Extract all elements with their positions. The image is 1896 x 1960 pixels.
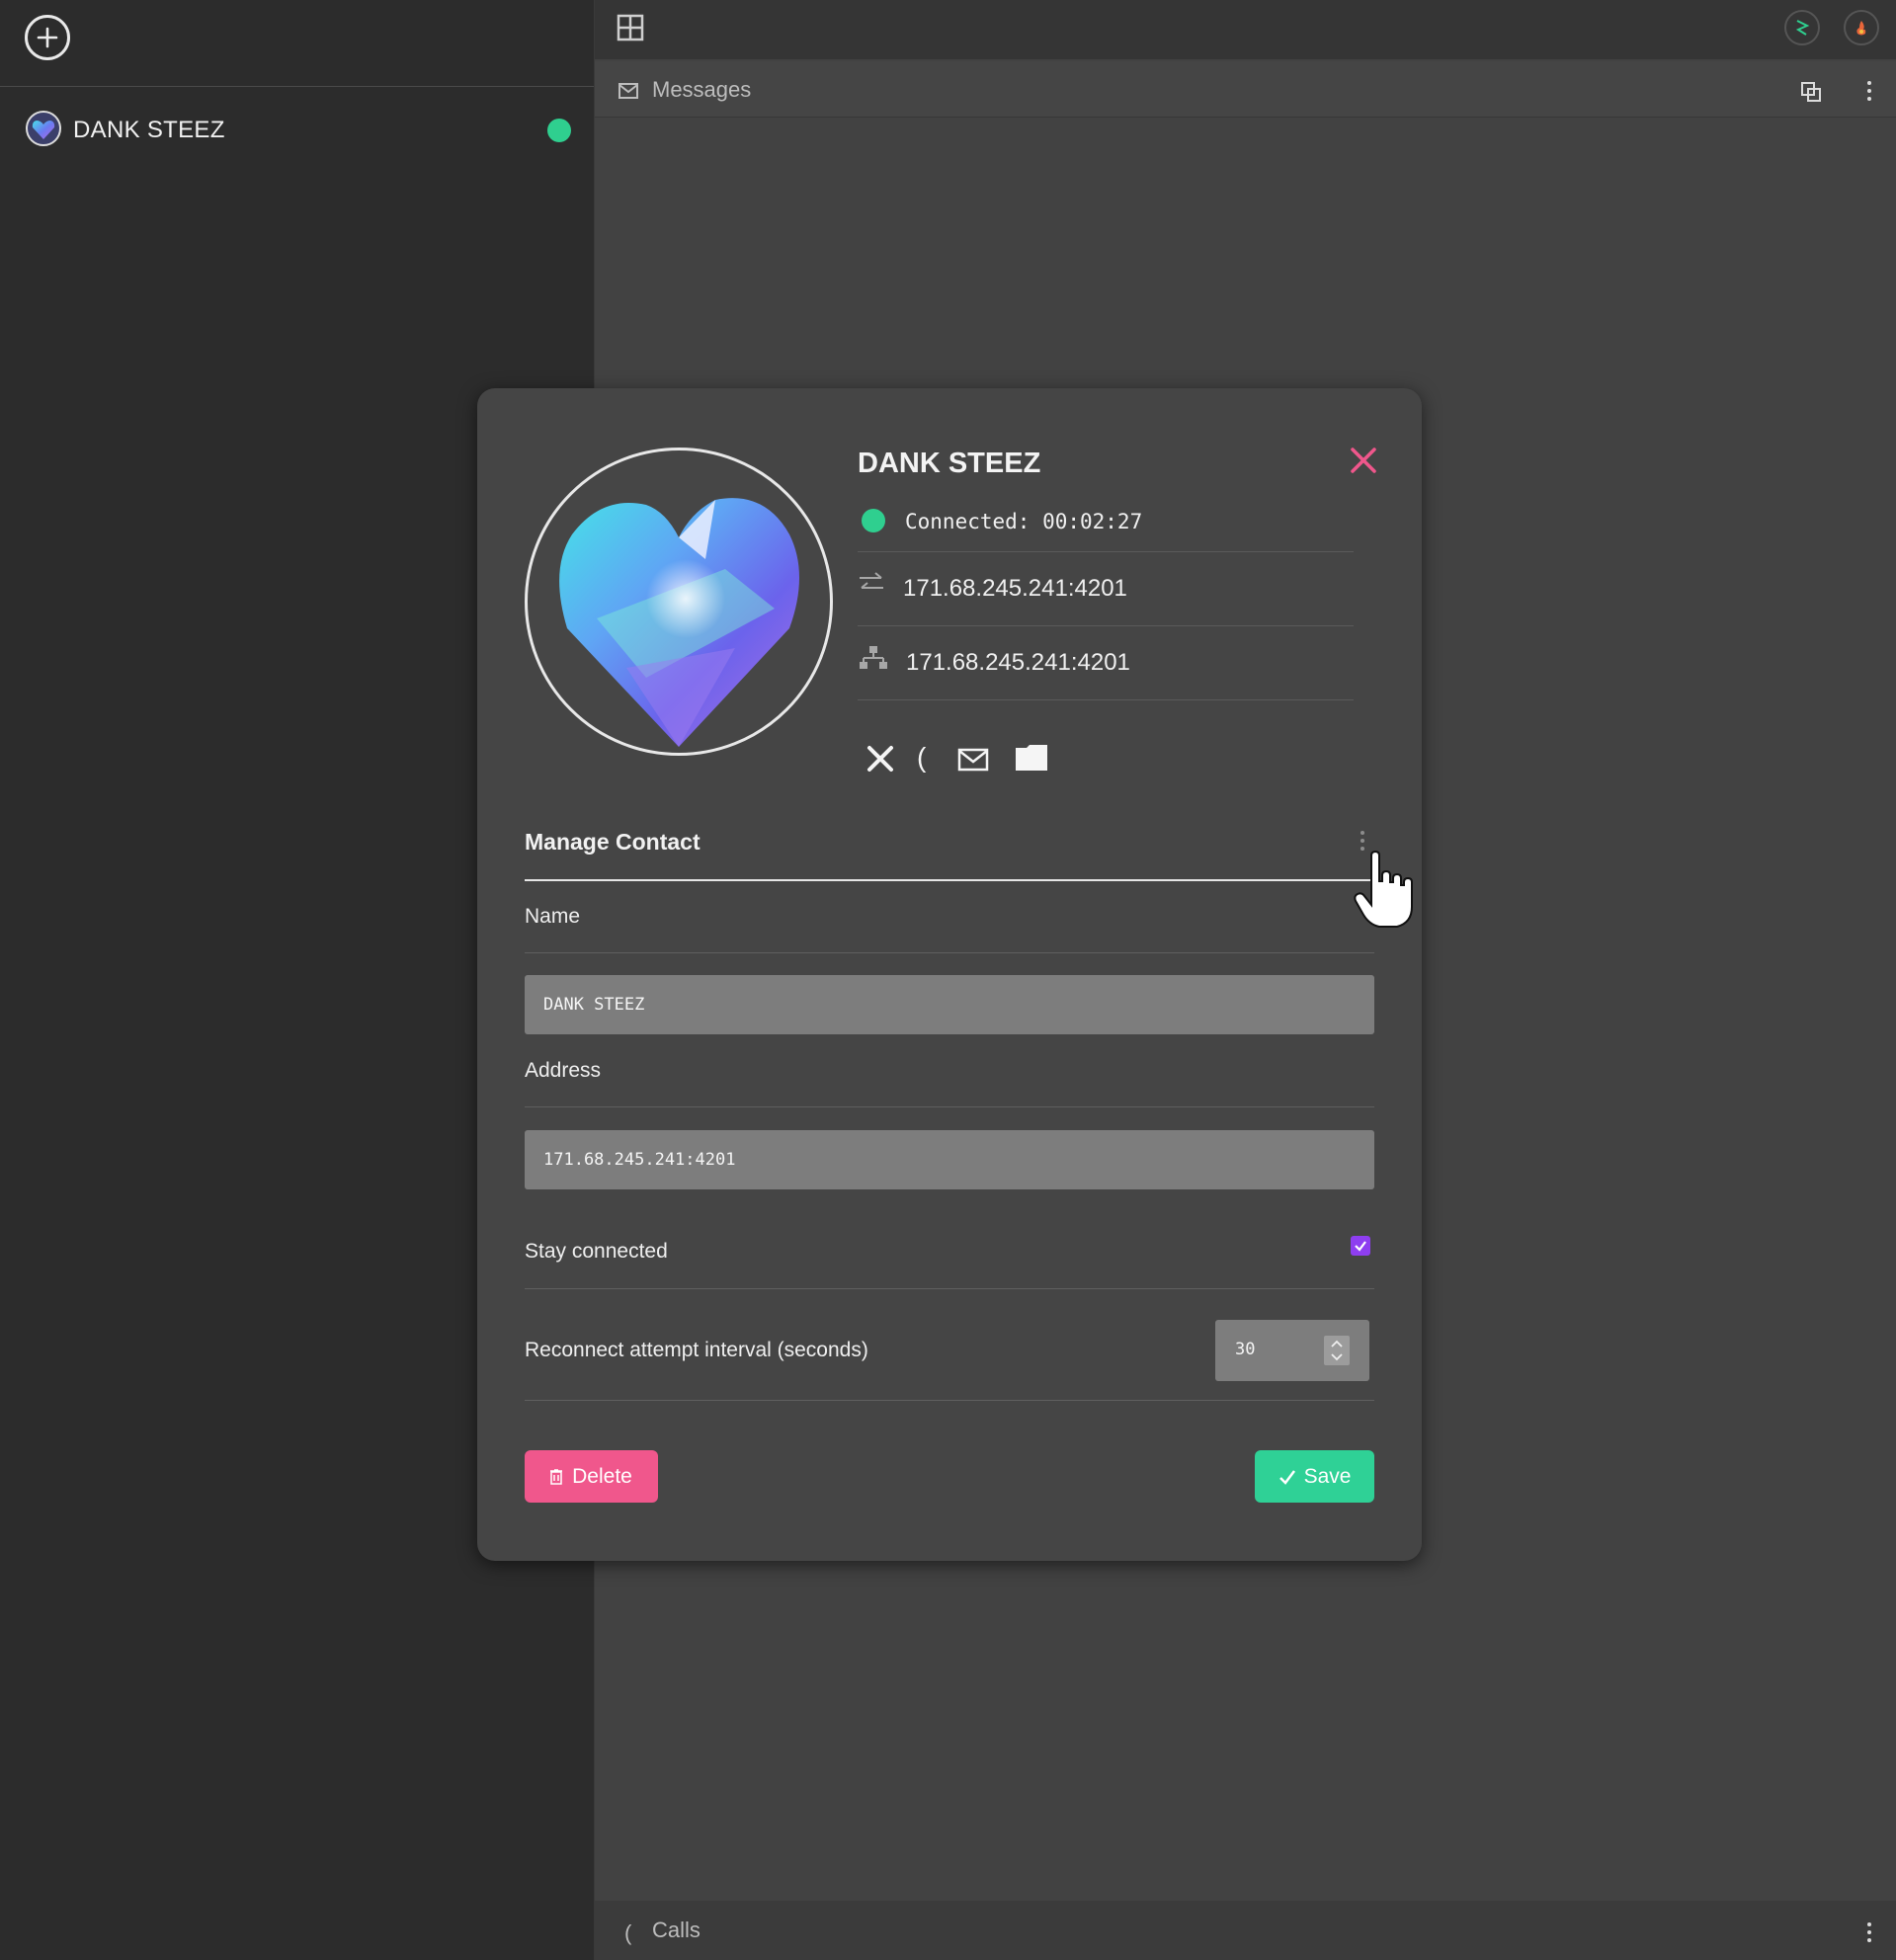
- contact-title: DANK STEEZ: [858, 448, 1041, 479]
- mail-icon: [618, 83, 638, 99]
- reconnect-interval-stepper[interactable]: [1324, 1336, 1350, 1365]
- remote-address-text: 171.68.245.241:4201: [903, 575, 1127, 602]
- delete-label: Delete: [572, 1464, 632, 1488]
- save-label: Save: [1303, 1464, 1352, 1488]
- calls-menu-icon[interactable]: [1867, 1922, 1873, 1942]
- reconnect-interval-input[interactable]: 30: [1215, 1320, 1369, 1381]
- manage-contact-menu-icon[interactable]: [1360, 831, 1366, 851]
- hand-cursor-icon: [1354, 850, 1413, 928]
- save-button[interactable]: Save: [1255, 1450, 1374, 1503]
- local-address-text: 171.68.245.241:4201: [906, 649, 1130, 676]
- profile-app-icon[interactable]: [1844, 10, 1879, 45]
- sidebar-header: [0, 0, 594, 87]
- address-divider: [525, 1106, 1374, 1107]
- transfer-arrows-icon: [860, 572, 883, 589]
- phone-icon: (: [624, 1920, 632, 1945]
- network-icon: [860, 646, 887, 669]
- close-icon[interactable]: [1349, 446, 1378, 475]
- local-address-row: 171.68.245.241:4201: [858, 625, 1354, 700]
- address-label: Address: [525, 1059, 602, 1082]
- messages-title: Messages: [652, 77, 752, 102]
- contact-name: DANK STEEZ: [73, 117, 225, 143]
- trash-icon: [550, 1468, 563, 1485]
- reconnect-interval-label: Reconnect attempt interval (seconds): [525, 1339, 868, 1361]
- popout-icon[interactable]: [1800, 81, 1822, 103]
- plus-icon: [37, 27, 58, 48]
- connected-status-dot: [862, 509, 885, 532]
- calls-title: Calls: [652, 1918, 701, 1942]
- stepper-arrows-icon: [1331, 1340, 1343, 1361]
- section-divider: [525, 879, 1374, 881]
- name-label: Name: [525, 905, 581, 928]
- contact-avatar-large: [525, 448, 833, 756]
- top-toolbar: [595, 0, 1896, 59]
- contact-avatar: [26, 111, 61, 146]
- messages-menu-icon[interactable]: [1867, 81, 1873, 101]
- flame-app-icon: [1856, 21, 1866, 36]
- status-app-icon[interactable]: [1784, 10, 1820, 45]
- check-icon: [1278, 1469, 1295, 1485]
- contact-dialog: DANK STEEZ Connected: 00:02:27 171.68.24…: [477, 388, 1422, 1561]
- grid-layout-icon[interactable]: [617, 14, 644, 41]
- disconnect-icon[interactable]: [866, 744, 895, 774]
- message-icon[interactable]: [957, 748, 989, 772]
- call-icon[interactable]: (: [917, 742, 926, 774]
- contact-list-item[interactable]: DANK STEEZ: [0, 105, 595, 152]
- stay-connected-checkbox[interactable]: [1351, 1236, 1370, 1256]
- connection-status-text: Connected: 00:02:27: [905, 510, 1143, 533]
- connection-status-row: Connected: 00:02:27: [858, 505, 1354, 552]
- name-divider: [525, 952, 1374, 953]
- calls-header: ( Calls: [595, 1901, 1896, 1960]
- delete-button[interactable]: Delete: [525, 1450, 658, 1503]
- reconnect-interval-value: 30: [1235, 1340, 1256, 1359]
- reconnect-divider: [525, 1400, 1374, 1401]
- messages-header: Messages: [595, 61, 1896, 118]
- stay-connected-divider: [525, 1288, 1374, 1289]
- remote-address-row: 171.68.245.241:4201: [858, 551, 1354, 626]
- manage-contact-heading: Manage Contact: [525, 829, 701, 855]
- name-input[interactable]: DANK STEEZ: [525, 975, 1374, 1034]
- checkmark-icon: [1355, 1241, 1366, 1252]
- folder-icon[interactable]: [1015, 744, 1048, 772]
- add-contact-button[interactable]: [25, 15, 70, 60]
- stay-connected-label: Stay connected: [525, 1240, 668, 1263]
- address-input[interactable]: 171.68.245.241:4201: [525, 1130, 1374, 1189]
- crystal-heart-image: [559, 498, 799, 747]
- online-status-dot: [547, 119, 571, 142]
- green-app-icon: [1795, 20, 1810, 36]
